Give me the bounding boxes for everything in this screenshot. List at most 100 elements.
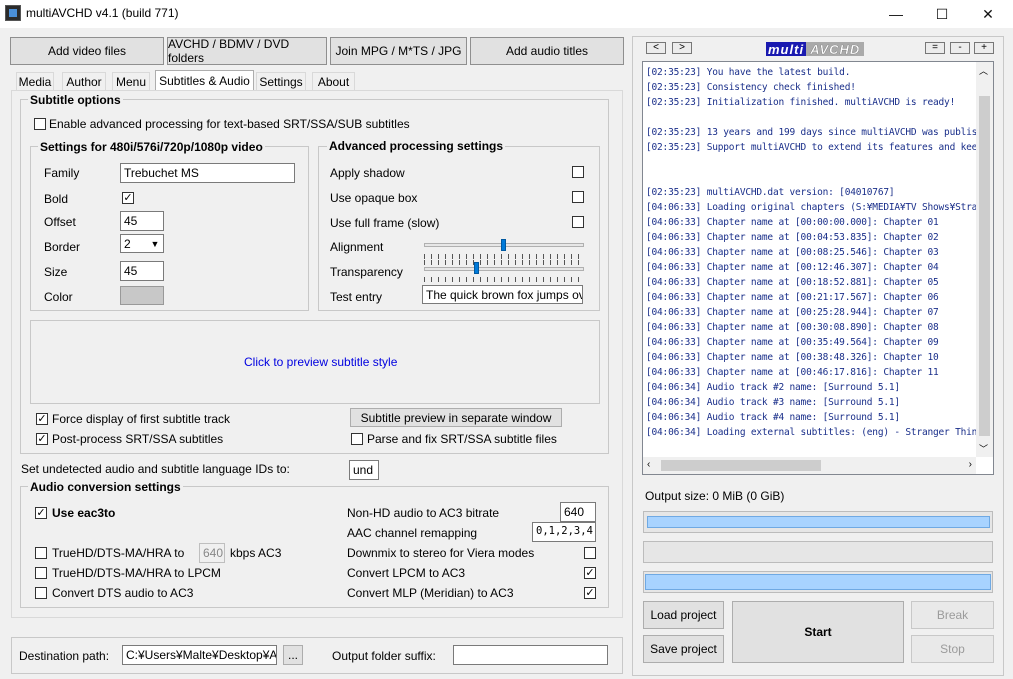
kbps-label: kbps AC3	[230, 546, 282, 560]
log-hscroll-thumb[interactable]	[661, 460, 821, 471]
join-mpg-button[interactable]: Join MPG / M*TS / JPG	[330, 37, 467, 65]
aac-remap-field[interactable]: 0,1,2,3,4,5	[532, 522, 596, 542]
log-plus-button[interactable]: +	[974, 42, 994, 54]
progress-bar-2	[643, 541, 993, 563]
family-field[interactable]: Trebuchet MS	[120, 163, 295, 183]
dts-ac3-label: Convert DTS audio to AC3	[52, 586, 194, 600]
log-line: [04:06:33] Chapter name at [00:00:00.000…	[646, 217, 939, 228]
destination-path-field[interactable]: C:¥Users¥Malte¥Desktop¥AVCH	[122, 645, 277, 665]
parse-fix-label: Parse and fix SRT/SSA subtitle files	[367, 432, 557, 446]
tab-author[interactable]: Author	[62, 72, 106, 90]
opaque-box-label: Use opaque box	[330, 191, 418, 205]
tab-media[interactable]: Media	[16, 72, 54, 90]
lpcm-ac3-label: Convert LPCM to AC3	[347, 566, 466, 580]
color-swatch[interactable]	[120, 286, 164, 305]
preview-subtitle-link[interactable]: Click to preview subtitle style	[244, 355, 397, 369]
add-video-files-button[interactable]: Add video files	[10, 37, 164, 65]
prev-button[interactable]: <	[646, 42, 666, 54]
full-frame-checkbox[interactable]	[572, 216, 584, 228]
truehd-ac3-label: TrueHD/DTS-MA/HRA to	[52, 546, 185, 560]
parse-fix-checkbox[interactable]	[351, 433, 363, 445]
opaque-box-checkbox[interactable]	[572, 191, 584, 203]
offset-field[interactable]: 45	[120, 211, 164, 231]
log-line: [02:35:23] Initialization finished. mult…	[646, 97, 956, 108]
enable-advanced-checkbox[interactable]	[34, 118, 46, 130]
force-display-checkbox[interactable]: ✓	[36, 413, 48, 425]
minimize-button[interactable]: —	[873, 0, 919, 28]
force-display-label: Force display of first subtitle track	[52, 412, 231, 426]
lpcm-ac3-checkbox[interactable]: ✓	[584, 567, 596, 579]
language-label: Set undetected audio and subtitle langua…	[21, 462, 290, 476]
save-project-button[interactable]: Save project	[643, 635, 724, 663]
nonhd-bitrate-field[interactable]: 640	[560, 502, 596, 522]
log-horizontal-scrollbar[interactable]: ‹ ›	[643, 457, 976, 474]
chevron-down-icon[interactable]: ▼	[148, 236, 162, 252]
log-equal-button[interactable]: =	[925, 42, 945, 54]
load-project-button[interactable]: Load project	[643, 601, 724, 629]
border-select[interactable]: 2 ▼	[120, 234, 164, 253]
use-eac3to-checkbox[interactable]: ✓	[35, 507, 47, 519]
logo-part-b: AVCHD	[806, 42, 865, 57]
size-field[interactable]: 45	[120, 261, 164, 281]
truehd-ac3-checkbox[interactable]	[35, 547, 47, 559]
truehd-bitrate-field[interactable]: 640	[199, 543, 225, 563]
tab-settings[interactable]: Settings	[256, 72, 306, 90]
start-button[interactable]: Start	[732, 601, 904, 663]
dts-ac3-checkbox[interactable]	[35, 587, 47, 599]
transparency-slider[interactable]	[424, 267, 584, 271]
log-line: [04:06:33] Chapter name at [00:46:17.816…	[646, 367, 939, 378]
scroll-left-icon[interactable]: ‹	[647, 459, 650, 470]
transparency-slider-thumb[interactable]	[473, 262, 479, 274]
use-eac3to-label: Use eac3to	[52, 506, 116, 520]
progress-bar-1	[643, 511, 993, 533]
apply-shadow-checkbox[interactable]	[572, 166, 584, 178]
post-process-checkbox[interactable]: ✓	[36, 433, 48, 445]
close-button[interactable]: ✕	[965, 0, 1011, 28]
avchd-folders-button[interactable]: AVCHD / BDMV / DVD folders	[167, 37, 327, 65]
break-button[interactable]: Break	[911, 601, 994, 629]
tab-menu[interactable]: Menu	[112, 72, 150, 90]
log-area[interactable]: [04:06:34] Loading external subtitles: (…	[642, 61, 994, 475]
scroll-up-icon[interactable]: ︿	[979, 64, 988, 77]
color-label: Color	[44, 290, 73, 304]
destination-label: Destination path:	[19, 649, 110, 663]
subtitle-options-title: Subtitle options	[28, 93, 123, 107]
logo-part-a: multi	[766, 42, 807, 57]
size-label: Size	[44, 265, 68, 279]
log-line: [04:06:33] Chapter name at [00:18:52.881…	[646, 277, 939, 288]
progress-bar-3	[643, 571, 993, 593]
log-line: [02:35:23] 13 years and 199 days since m…	[646, 127, 994, 138]
mlp-ac3-checkbox[interactable]: ✓	[584, 587, 596, 599]
enable-advanced-label: Enable advanced processing for text-base…	[49, 117, 410, 131]
progress-bar-1-fill	[647, 516, 990, 528]
log-line: [04:06:34] Audio track #4 name: [Surroun…	[646, 412, 900, 423]
transparency-ticks	[424, 277, 584, 282]
next-button[interactable]: >	[672, 42, 692, 54]
post-process-label: Post-process SRT/SSA subtitles	[52, 432, 224, 446]
transparency-ticks-top	[424, 260, 584, 265]
log-line: [04:06:33] Chapter name at [00:30:08.890…	[646, 322, 939, 333]
browse-button[interactable]: ...	[283, 645, 303, 665]
progress-bar-3-fill	[645, 574, 991, 590]
maximize-button[interactable]: ☐	[919, 0, 965, 28]
add-audio-titles-button[interactable]: Add audio titles	[470, 37, 624, 65]
tab-subtitles-audio[interactable]: Subtitles & Audio	[155, 70, 254, 90]
test-entry-field[interactable]: The quick brown fox jumps over t	[422, 285, 583, 304]
log-vertical-scrollbar[interactable]: ︿ ﹀	[976, 62, 993, 457]
bold-checkbox[interactable]: ✓	[122, 192, 134, 204]
stop-button[interactable]: Stop	[911, 635, 994, 663]
downmix-checkbox[interactable]	[584, 547, 596, 559]
suffix-field[interactable]	[453, 645, 608, 665]
log-line: [04:06:33] Chapter name at [00:25:28.944…	[646, 307, 939, 318]
log-line: [04:06:33] Chapter name at [00:21:17.567…	[646, 292, 939, 303]
truehd-lpcm-checkbox[interactable]	[35, 567, 47, 579]
subtitle-preview-window-button[interactable]: Subtitle preview in separate window	[350, 408, 562, 427]
language-field[interactable]: und	[349, 460, 379, 480]
log-line: [02:35:23] Support multiAVCHD to extend …	[646, 142, 994, 153]
scroll-right-icon[interactable]: ›	[969, 459, 972, 470]
scroll-down-icon[interactable]: ﹀	[979, 442, 988, 455]
alignment-slider-thumb[interactable]	[501, 239, 506, 251]
log-minus-button[interactable]: -	[950, 42, 970, 54]
tab-about[interactable]: About	[312, 72, 355, 90]
log-vscroll-thumb[interactable]	[979, 96, 990, 436]
